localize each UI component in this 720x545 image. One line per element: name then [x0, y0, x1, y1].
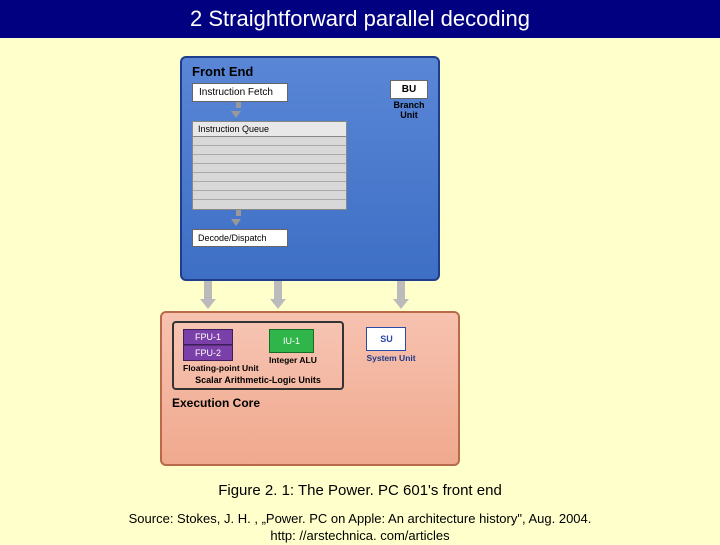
iu-group: IU-1 Integer ALU [269, 329, 317, 365]
slide-title: 2 Straightforward parallel decoding [0, 0, 720, 38]
su-group: SU System Unit [366, 327, 415, 363]
scalar-caption: Scalar Arithmetic-Logic Units [180, 376, 336, 386]
dispatch-arrows [180, 281, 440, 311]
fpu1-box: FPU-1 [183, 329, 233, 345]
front-end-box: Front End Instruction Fetch BU Branch Un… [180, 56, 440, 281]
fpu-group: FPU-1 FPU-2 Floating-point Unit [183, 329, 259, 373]
decode-dispatch-box: Decode/Dispatch [192, 229, 288, 247]
execution-core-box: FPU-1 FPU-2 Floating-point Unit IU-1 Int… [160, 311, 460, 466]
instruction-queue-slots [192, 137, 347, 210]
fpu2-box: FPU-2 [183, 345, 233, 361]
bu-box: BU [390, 80, 428, 99]
scalar-alu-group: FPU-1 FPU-2 Floating-point Unit IU-1 Int… [172, 321, 344, 390]
fpu-caption: Floating-point Unit [183, 364, 259, 373]
front-end-label: Front End [192, 64, 428, 79]
source-line1: Source: Stokes, J. H. , „Power. PC on Ap… [129, 511, 592, 526]
su-box: SU [366, 327, 406, 351]
instruction-fetch-box: Instruction Fetch [192, 83, 288, 102]
diagram: Front End Instruction Fetch BU Branch Un… [180, 56, 540, 466]
su-caption: System Unit [366, 354, 415, 363]
execution-core-label: Execution Core [172, 396, 448, 410]
source-line2: http: //arstechnica. com/articles [270, 528, 449, 543]
iu-caption: Integer ALU [269, 356, 317, 365]
iu-box: IU-1 [269, 329, 314, 353]
instruction-queue-group: Instruction Queue [192, 121, 428, 210]
figure-caption: Figure 2. 1: The Power. PC 601's front e… [0, 482, 720, 499]
instruction-queue-label: Instruction Queue [192, 121, 347, 137]
